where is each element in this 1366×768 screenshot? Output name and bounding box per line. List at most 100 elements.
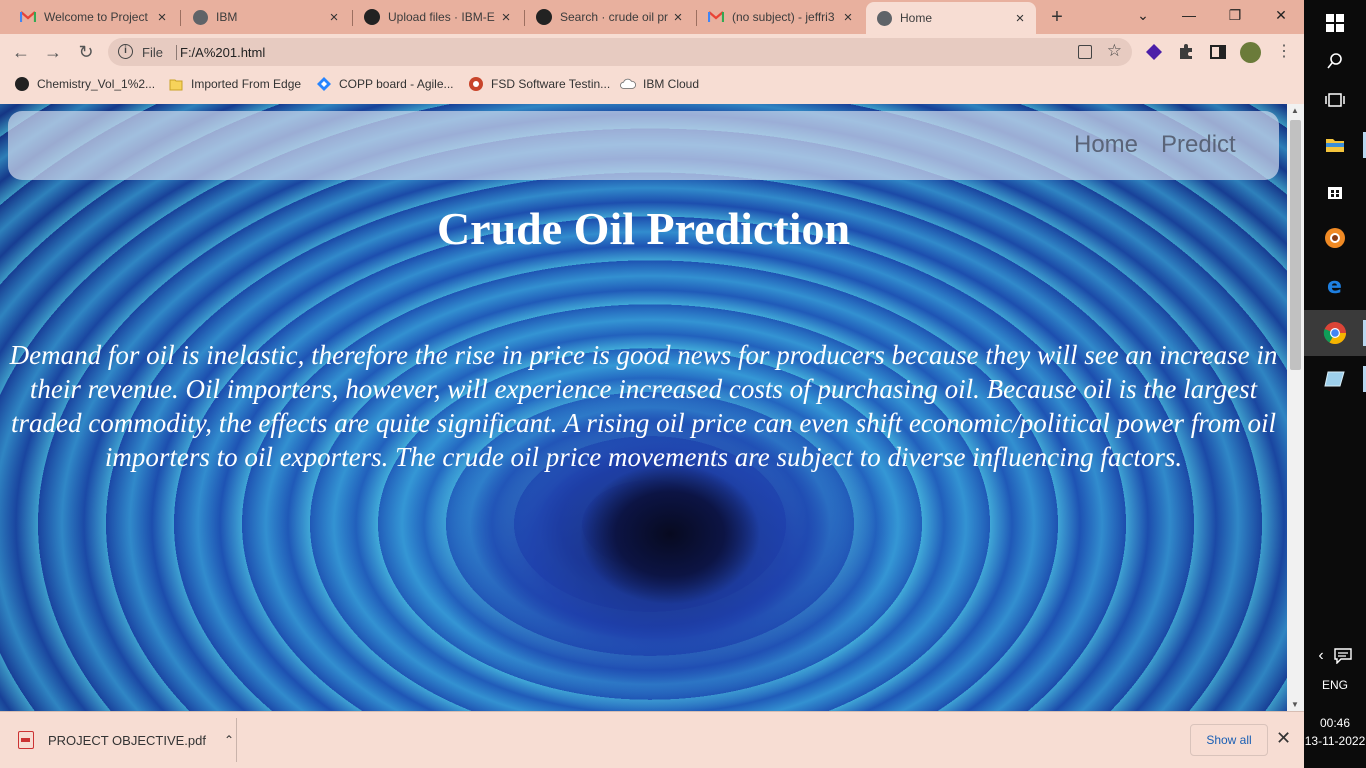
tab-welcome-to-project[interactable]: Welcome to Project × xyxy=(10,4,178,30)
nav-home-link[interactable]: Home xyxy=(1074,131,1138,159)
scrollbar-thumb[interactable] xyxy=(1290,120,1301,370)
bookmark-label: Chemistry_Vol_1%2... xyxy=(37,77,156,91)
tab-title: (no subject) - jeffri3 xyxy=(732,10,835,24)
fsd-icon xyxy=(468,76,484,92)
scroll-down-icon[interactable]: ▼ xyxy=(1291,700,1299,709)
scroll-up-icon[interactable]: ▲ xyxy=(1291,106,1299,115)
bookmark-ibm-cloud[interactable]: IBM Cloud xyxy=(620,76,699,92)
tab-title: Home xyxy=(900,11,933,25)
language-indicator[interactable]: ENG xyxy=(1304,678,1366,692)
tab-home[interactable]: Home × xyxy=(866,2,1036,34)
chrome-menu-icon[interactable]: ⋮ xyxy=(1272,40,1296,64)
close-tab-icon[interactable]: × xyxy=(840,9,856,26)
close-tab-icon[interactable]: × xyxy=(670,9,686,26)
tab-title: Upload files · IBM-E xyxy=(388,10,495,24)
globe-icon xyxy=(876,10,892,26)
bookmark-label: IBM Cloud xyxy=(643,77,700,91)
chevron-left-icon[interactable]: ‹ xyxy=(1318,647,1323,665)
bookmark-imported-from-edge[interactable]: Imported From Edge xyxy=(168,76,301,92)
tab-no-subject[interactable]: (no subject) - jeffri3 × xyxy=(698,4,864,30)
clock-date[interactable]: 13-11-2022 xyxy=(1304,734,1366,748)
address-bar[interactable]: i File F:/A%201.html ☆ xyxy=(108,38,1132,66)
close-tab-icon[interactable]: × xyxy=(154,9,170,26)
page-title: Crude Oil Prediction xyxy=(436,203,851,254)
close-window-button[interactable]: ✕ xyxy=(1266,4,1296,26)
globe-icon xyxy=(192,9,208,25)
tab-strip: Welcome to Project × IBM × Upload files … xyxy=(0,0,1304,34)
gmail-icon xyxy=(20,9,36,25)
tab-title: Search · crude oil pr xyxy=(560,10,669,24)
bookmark-label: Imported From Edge xyxy=(191,77,302,91)
pdf-file-icon xyxy=(18,731,34,749)
page-scrollbar[interactable]: ▲ ▼ xyxy=(1287,104,1304,711)
tab-divider xyxy=(524,10,525,26)
chrome-taskbar-icon[interactable] xyxy=(1304,310,1366,356)
windows-logo-icon xyxy=(1326,14,1344,32)
close-tab-icon[interactable]: × xyxy=(498,9,514,26)
bookmarks-bar: Chemistry_Vol_1%2... Imported From Edge … xyxy=(0,70,1304,98)
github-icon xyxy=(364,9,380,25)
minimize-button[interactable]: — xyxy=(1174,4,1204,26)
site-info-icon[interactable]: i xyxy=(118,44,133,59)
download-filename: PROJECT OBJECTIVE.pdf xyxy=(48,732,206,748)
url-text[interactable]: F:/A%201.html xyxy=(180,45,265,60)
nav-predict-link[interactable]: Predict xyxy=(1161,131,1236,159)
github-icon xyxy=(14,76,30,92)
notification-area[interactable]: ‹ xyxy=(1304,636,1366,676)
forward-button[interactable]: → xyxy=(41,40,65,64)
notes-app-icon[interactable] xyxy=(1304,356,1366,402)
gmail-icon xyxy=(708,9,724,25)
site-navbar: Home Predict xyxy=(8,111,1279,180)
app-orange-icon[interactable] xyxy=(1304,215,1366,261)
share-icon[interactable] xyxy=(1078,45,1092,59)
clock-time[interactable]: 00:46 xyxy=(1304,716,1366,730)
scheme-label: File xyxy=(142,45,163,60)
bookmark-chemistry[interactable]: Chemistry_Vol_1%2... xyxy=(14,76,155,92)
tab-title: Welcome to Project xyxy=(44,10,148,24)
chrome-window: Welcome to Project × IBM × Upload files … xyxy=(0,0,1304,768)
profile-avatar[interactable] xyxy=(1240,42,1261,63)
close-tab-icon[interactable]: × xyxy=(1012,10,1028,27)
extensions-puzzle-icon[interactable] xyxy=(1177,43,1195,61)
jira-icon xyxy=(316,76,332,92)
file-explorer-icon[interactable] xyxy=(1304,122,1366,168)
chevron-up-icon[interactable]: ⌃ xyxy=(224,733,234,747)
new-tab-button[interactable]: + xyxy=(1046,7,1068,29)
browser-toolbar: ← → ↻ i File F:/A%201.html ☆ ⋮ xyxy=(0,34,1304,70)
download-item[interactable]: PROJECT OBJECTIVE.pdf ⌃ xyxy=(18,730,234,750)
bookmark-fsd-software-testing[interactable]: FSD Software Testin... xyxy=(468,76,610,92)
side-panel-icon[interactable] xyxy=(1209,43,1227,61)
download-bar: PROJECT OBJECTIVE.pdf ⌃ Show all ✕ xyxy=(0,711,1304,768)
tab-upload-files[interactable]: Upload files · IBM-E × xyxy=(354,4,522,30)
tab-divider xyxy=(352,10,353,26)
show-all-button[interactable]: Show all xyxy=(1190,724,1268,756)
reload-button[interactable]: ↻ xyxy=(74,40,98,64)
windows-taskbar: e ‹ ENG 00:46 13-11-2022 xyxy=(1304,0,1366,768)
page-viewport: Home Predict Crude Oil Prediction Demand… xyxy=(0,104,1287,711)
task-view-icon[interactable] xyxy=(1304,77,1366,123)
extension-purple-icon[interactable] xyxy=(1145,43,1163,61)
back-button[interactable]: ← xyxy=(9,40,33,64)
store-icon[interactable] xyxy=(1304,168,1366,214)
page-description: Demand for oil is inelastic, therefore t… xyxy=(9,340,1278,472)
restore-button[interactable]: ❐ xyxy=(1220,4,1250,26)
bookmark-label: COPP board - Agile... xyxy=(339,77,454,91)
github-icon xyxy=(536,9,552,25)
tab-divider xyxy=(696,10,697,26)
tab-ibm[interactable]: IBM × xyxy=(182,4,350,30)
close-tab-icon[interactable]: × xyxy=(326,9,342,26)
address-divider xyxy=(176,45,177,60)
edge-icon[interactable]: e xyxy=(1304,262,1366,308)
close-download-bar-icon[interactable]: ✕ xyxy=(1276,728,1291,749)
tab-search-crude-oil[interactable]: Search · crude oil pr × xyxy=(526,4,694,30)
bookmark-copp-board[interactable]: COPP board - Agile... xyxy=(316,76,454,92)
tab-search-button[interactable]: ⌄ xyxy=(1128,4,1158,26)
bookmark-star-icon[interactable]: ☆ xyxy=(1107,41,1122,61)
bookmark-label: FSD Software Testin... xyxy=(491,77,611,91)
tab-title: IBM xyxy=(216,10,238,24)
download-divider xyxy=(236,718,237,762)
folder-icon xyxy=(168,76,184,92)
action-center-icon[interactable] xyxy=(1333,648,1352,664)
svg-text:e: e xyxy=(1327,274,1342,296)
cloud-icon xyxy=(620,76,636,92)
